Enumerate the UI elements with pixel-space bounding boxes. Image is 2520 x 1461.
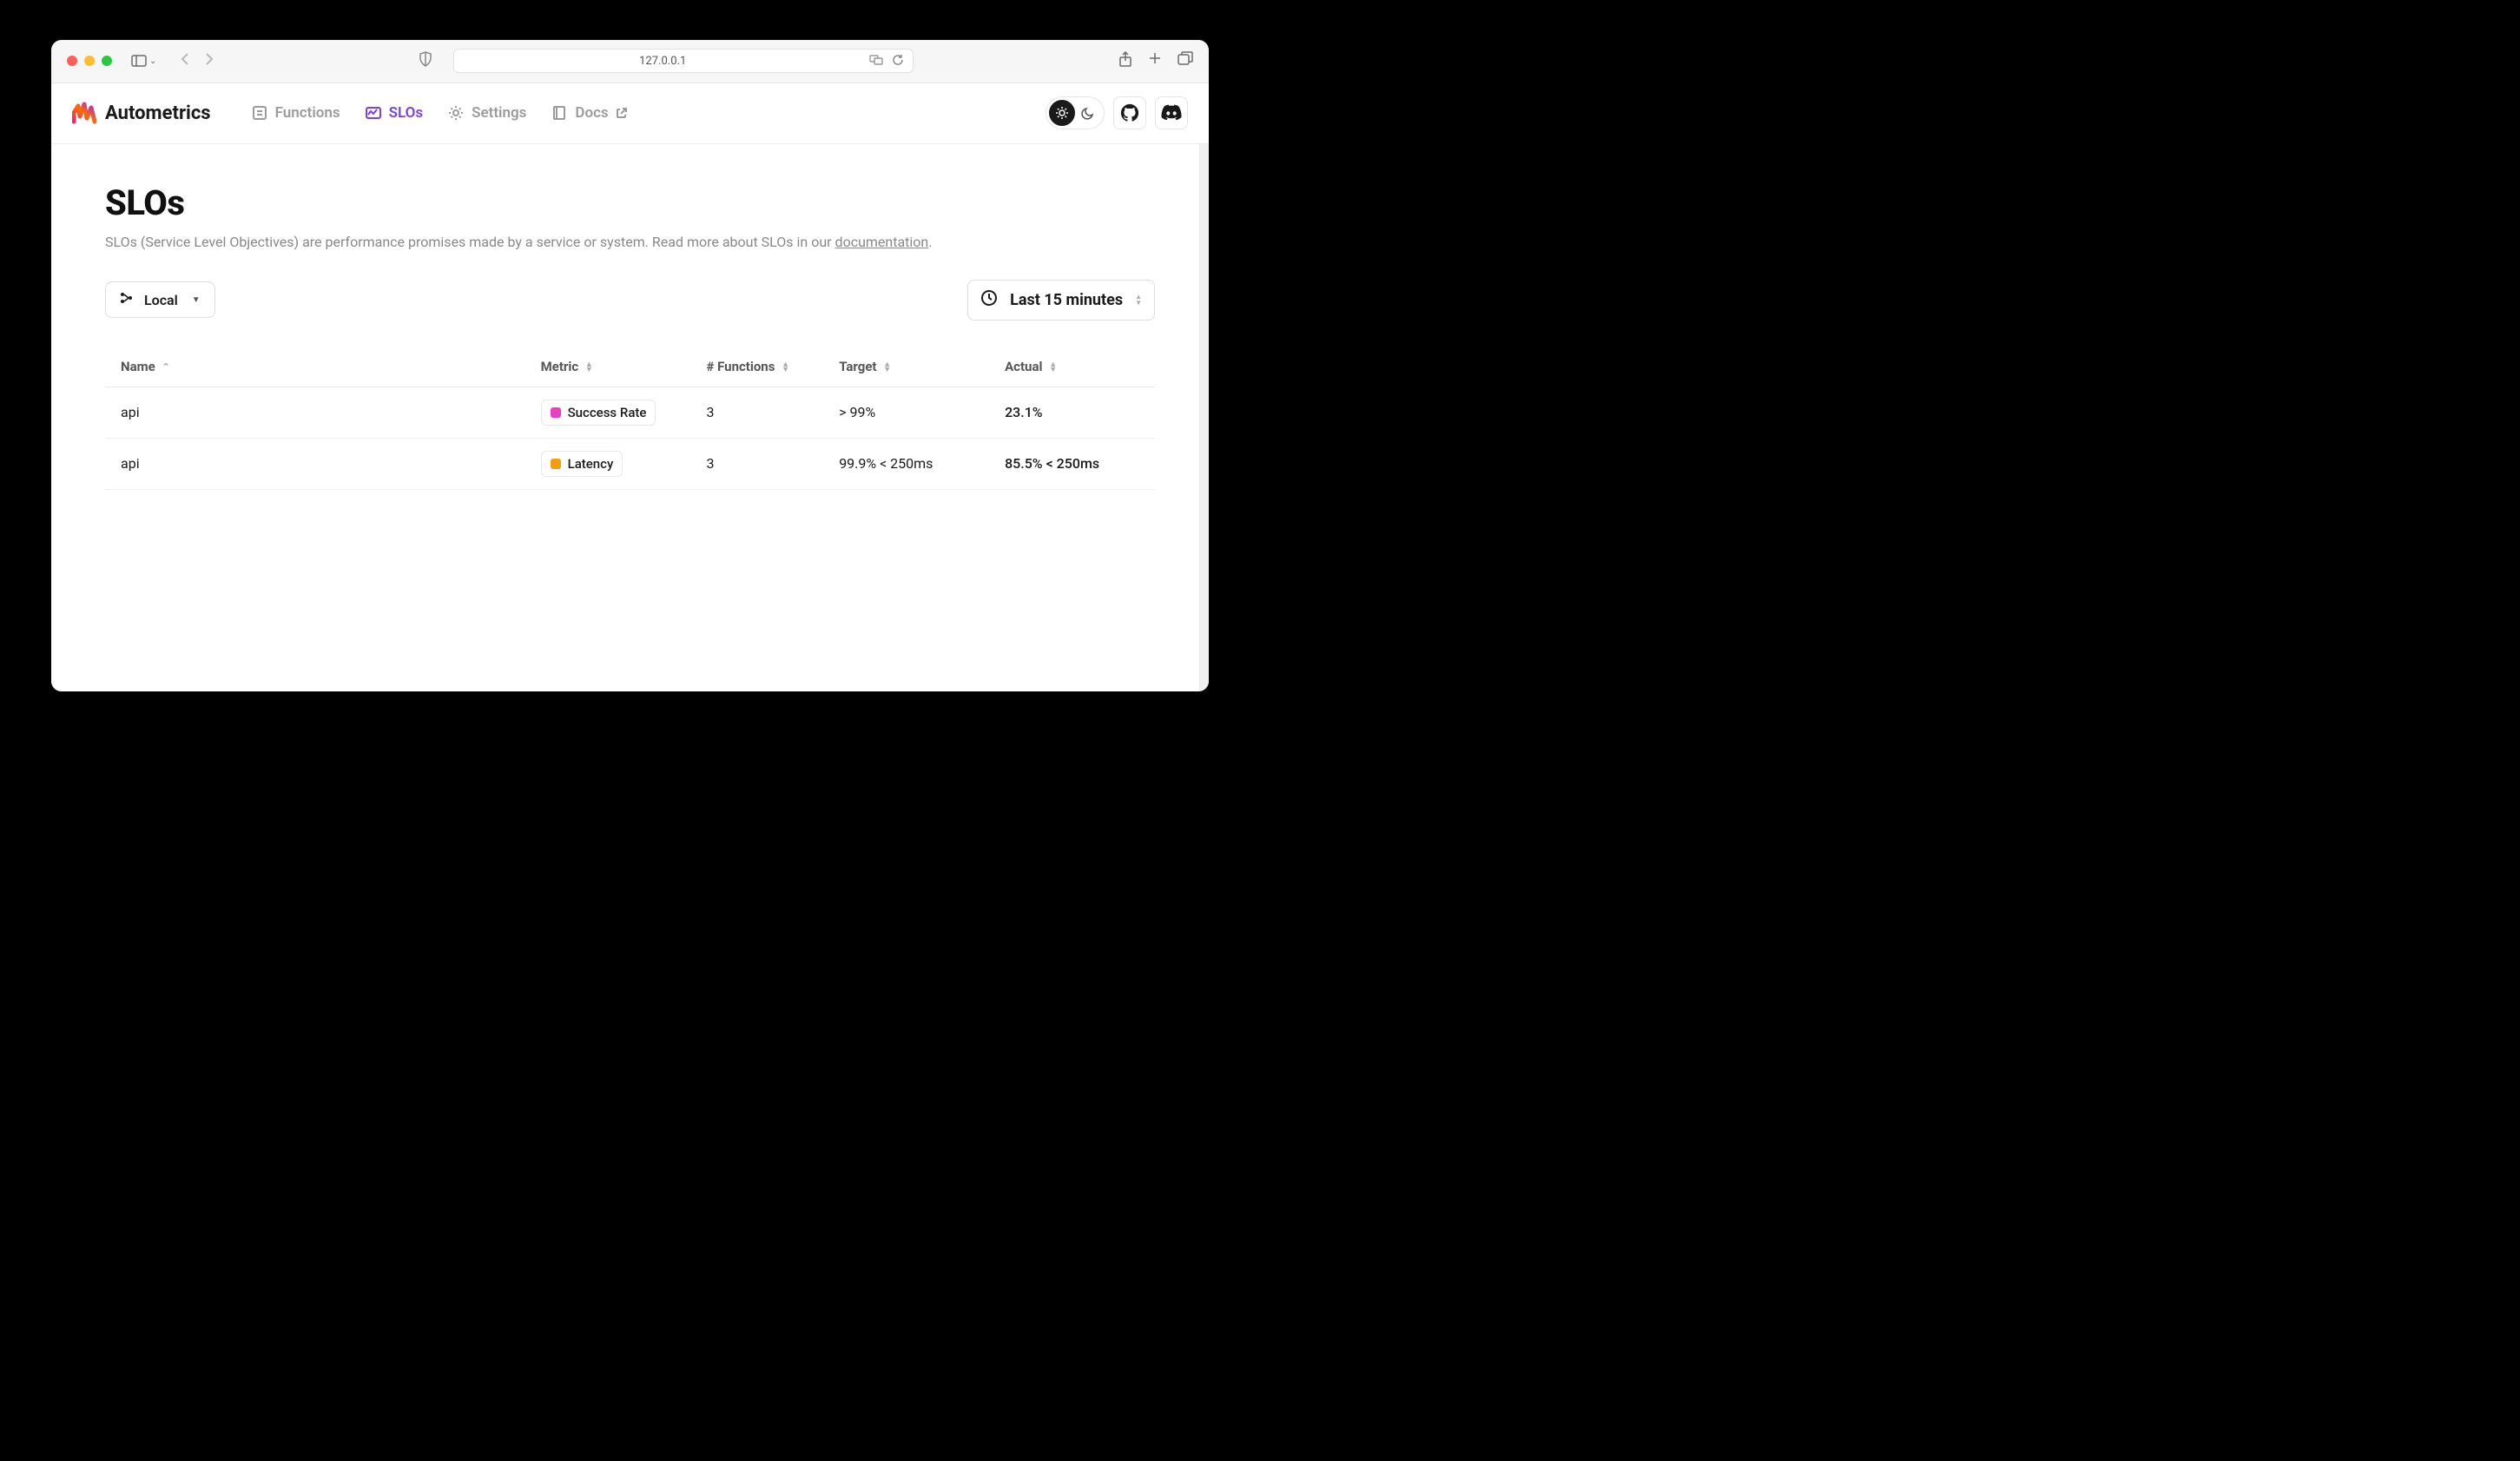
nav-arrows xyxy=(181,52,214,69)
cell-metric: Latency xyxy=(525,438,691,489)
scope-icon xyxy=(120,291,134,308)
page-title: SLOs xyxy=(105,182,1155,223)
metric-badge: Latency xyxy=(541,451,623,477)
logo[interactable]: Autometrics xyxy=(72,101,211,125)
window-controls xyxy=(67,56,112,66)
sort-icon: ▲▼ xyxy=(585,362,593,373)
documentation-link[interactable]: documentation xyxy=(835,234,929,250)
functions-icon xyxy=(251,104,268,122)
app-header: Autometrics Functions SLOs Settings xyxy=(51,83,1209,144)
dark-mode-button[interactable] xyxy=(1075,100,1101,126)
chrome-actions xyxy=(1118,51,1193,70)
sort-icon: ▲▼ xyxy=(782,362,789,373)
cell-target: 99.9% < 250ms xyxy=(823,438,989,489)
reload-icon[interactable] xyxy=(892,54,904,69)
slo-table: Name ⌃ Metric ▲▼ # Functions ▲▼ Target ▲… xyxy=(105,347,1155,490)
metric-dot-icon xyxy=(551,407,561,418)
tabs-icon[interactable] xyxy=(1178,51,1193,70)
browser-chrome: ⌄ 127.0.0.1 xyxy=(51,40,1209,83)
cell-target: > 99% xyxy=(823,387,989,438)
url-text: 127.0.0.1 xyxy=(463,55,862,68)
time-range-picker[interactable]: Last 15 minutes ▲▼ xyxy=(967,280,1155,321)
docs-icon xyxy=(551,104,568,122)
scope-label: Local xyxy=(144,292,178,308)
table-row[interactable]: api Latency 3 99.9% < 250ms 85.5% < 250m… xyxy=(105,438,1155,489)
sidebar-toggle[interactable]: ⌄ xyxy=(131,55,156,67)
col-header-functions[interactable]: # Functions ▲▼ xyxy=(690,347,823,387)
discord-icon xyxy=(1161,104,1182,122)
back-button[interactable] xyxy=(181,52,189,69)
metric-label: Success Rate xyxy=(568,405,647,420)
github-icon xyxy=(1120,103,1139,122)
github-link[interactable] xyxy=(1113,96,1146,129)
nav-docs[interactable]: Docs xyxy=(551,104,627,122)
nav-functions-label: Functions xyxy=(275,104,340,122)
metric-badge: Success Rate xyxy=(541,400,656,426)
logo-icon xyxy=(72,101,96,125)
metric-label: Latency xyxy=(568,456,614,472)
col-header-metric[interactable]: Metric ▲▼ xyxy=(525,347,691,387)
nav-slos-label: SLOs xyxy=(389,104,424,122)
main-nav: Functions SLOs Settings Docs xyxy=(251,104,628,122)
stepper-icon: ▲▼ xyxy=(1135,294,1142,306)
sort-asc-icon: ⌃ xyxy=(162,365,169,370)
cell-name: api xyxy=(105,387,525,438)
new-tab-icon[interactable] xyxy=(1148,51,1162,70)
forward-button[interactable] xyxy=(205,52,214,69)
maximize-window-button[interactable] xyxy=(102,56,112,66)
cell-actual: 23.1% xyxy=(989,387,1155,438)
gear-icon xyxy=(447,104,465,122)
theme-toggle[interactable] xyxy=(1046,96,1105,129)
scope-dropdown[interactable]: Local ▼ xyxy=(105,281,215,318)
time-range-label: Last 15 minutes xyxy=(1010,291,1123,309)
slos-icon xyxy=(365,104,382,122)
sort-icon: ▲▼ xyxy=(883,362,891,373)
page-content: SLOs SLOs (Service Level Objectives) are… xyxy=(51,144,1209,691)
table-row[interactable]: api Success Rate 3 > 99% 23.1% xyxy=(105,387,1155,438)
close-window-button[interactable] xyxy=(67,56,77,66)
cell-metric: Success Rate xyxy=(525,387,691,438)
url-bar[interactable]: 127.0.0.1 xyxy=(453,49,914,73)
page-description: SLOs (Service Level Objectives) are perf… xyxy=(105,234,1155,250)
toolbar: Local ▼ Last 15 minutes ▲▼ xyxy=(105,280,1155,321)
col-header-target[interactable]: Target ▲▼ xyxy=(823,347,989,387)
browser-window: ⌄ 127.0.0.1 xyxy=(51,40,1209,691)
col-header-name[interactable]: Name ⌃ xyxy=(105,347,525,387)
sort-icon: ▲▼ xyxy=(1049,362,1057,373)
nav-settings-label: Settings xyxy=(472,104,526,122)
metric-dot-icon xyxy=(551,459,561,469)
cell-functions: 3 xyxy=(690,438,823,489)
minimize-window-button[interactable] xyxy=(84,56,95,66)
nav-functions[interactable]: Functions xyxy=(251,104,340,122)
external-link-icon xyxy=(616,107,628,119)
nav-docs-label: Docs xyxy=(575,104,608,122)
col-header-actual[interactable]: Actual ▲▼ xyxy=(989,347,1155,387)
cell-actual: 85.5% < 250ms xyxy=(989,438,1155,489)
nav-settings[interactable]: Settings xyxy=(447,104,526,122)
chevron-down-icon: ▼ xyxy=(192,295,201,305)
shield-icon[interactable] xyxy=(419,51,432,70)
light-mode-button[interactable] xyxy=(1049,100,1075,126)
translate-icon[interactable] xyxy=(869,54,883,69)
header-actions xyxy=(1046,96,1188,129)
cell-name: api xyxy=(105,438,525,489)
discord-link[interactable] xyxy=(1155,96,1188,129)
nav-slos[interactable]: SLOs xyxy=(365,104,424,122)
clock-icon xyxy=(980,289,998,311)
brand-text: Autometrics xyxy=(105,102,211,124)
cell-functions: 3 xyxy=(690,387,823,438)
share-icon[interactable] xyxy=(1118,51,1132,70)
